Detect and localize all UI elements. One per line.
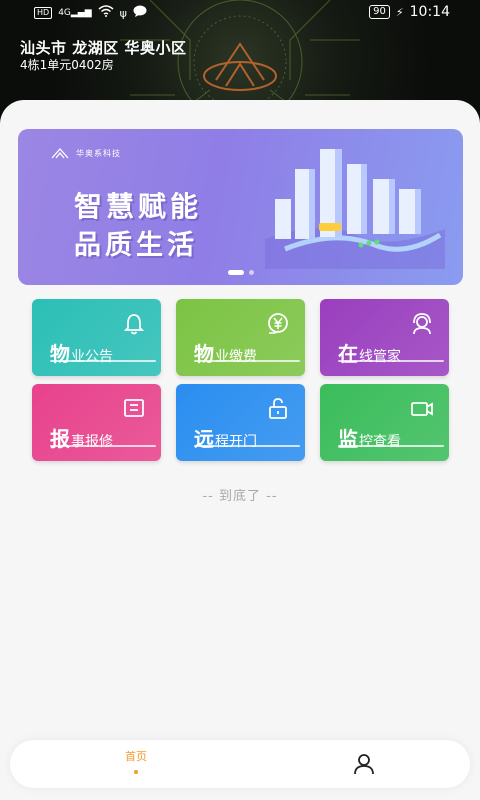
bell-icon	[123, 314, 145, 335]
usb-icon: ψ	[119, 6, 127, 20]
tile-label: 监控查看	[338, 427, 401, 451]
banner-brand-name: 华奥系科技	[76, 148, 121, 158]
tile-property-payment[interactable]: 物业缴费	[176, 299, 305, 376]
pagination-dot[interactable]	[248, 270, 254, 275]
hd-badge: HD	[34, 7, 53, 19]
tile-label: 远程开门	[194, 427, 257, 451]
room-number: 4栋1单元0402房	[20, 58, 114, 72]
headset-icon	[413, 313, 431, 335]
user-icon	[354, 754, 374, 775]
wifi-icon	[98, 5, 114, 21]
banner-brand: 华奥系科技	[50, 147, 121, 159]
battery-icon: 90	[369, 5, 390, 19]
yuan-icon	[268, 313, 288, 334]
brand-logo-icon	[51, 148, 69, 159]
active-tab-indicator	[134, 770, 138, 774]
tile-online-steward[interactable]: 在线管家	[320, 299, 449, 376]
tab-profile[interactable]	[344, 752, 384, 776]
tile-property-notice[interactable]: 物业公告	[32, 299, 161, 376]
tile-monitor-view[interactable]: 监控查看	[320, 384, 449, 461]
tile-underline	[194, 360, 300, 362]
tile-remote-door[interactable]: 远程开门	[176, 384, 305, 461]
signal-icon: 4G▂▄▆	[58, 8, 92, 18]
end-of-list-note: -- 到底了 --	[202, 489, 278, 504]
tile-label: 物业缴费	[194, 342, 257, 366]
charging-icon: ⚡	[395, 5, 404, 19]
banner-headline-2: 品质生活	[74, 230, 198, 261]
tile-underline	[194, 445, 300, 447]
status-bar: HD 4G▂▄▆ ψ 90 ⚡ 10:14	[0, 0, 480, 26]
promo-banner[interactable]: 华奥系科技 智慧赋能 品质生活	[18, 129, 463, 285]
tile-label: 物业公告	[50, 342, 113, 366]
tile-label: 报事报修	[50, 427, 113, 451]
chat-icon	[133, 5, 147, 21]
tab-home[interactable]: 首页	[106, 748, 166, 774]
unlock-icon	[269, 398, 287, 419]
tile-underline	[338, 360, 444, 362]
bottom-tab-bar: 首页	[10, 740, 470, 788]
tile-underline	[338, 445, 444, 447]
community-address[interactable]: 汕头市 龙湖区 华奥小区	[20, 37, 186, 58]
report-icon	[124, 399, 144, 417]
tile-label: 在线管家	[338, 342, 401, 366]
tile-underline	[50, 445, 156, 447]
pagination-dot-active[interactable]	[227, 270, 244, 275]
camera-icon	[411, 402, 433, 416]
banner-headline-1: 智慧赋能	[74, 190, 203, 223]
banner-pagination	[18, 270, 463, 275]
clock: 10:14	[409, 4, 450, 20]
tile-underline	[50, 360, 156, 362]
city-illustration	[265, 149, 445, 269]
tile-report-repair[interactable]: 报事报修	[32, 384, 161, 461]
tab-home-label: 首页	[125, 750, 147, 763]
